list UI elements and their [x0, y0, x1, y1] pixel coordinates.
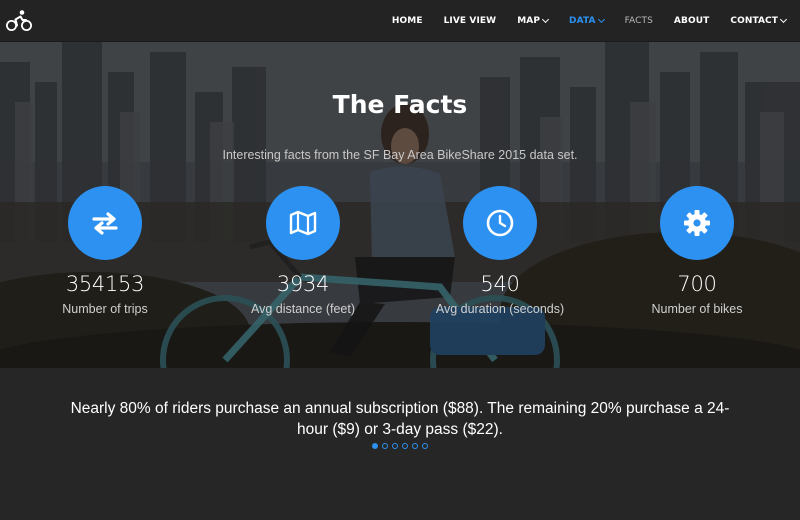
stat-icon-circle: [660, 186, 734, 260]
nav-about-label: ABOUT: [673, 16, 710, 26]
nav-contact-label: CONTACT: [730, 16, 778, 26]
nav-map[interactable]: MAP: [517, 15, 550, 26]
stat-icon-circle: [266, 186, 340, 260]
stat-label: Number of bikes: [651, 302, 743, 316]
map-icon: [289, 210, 317, 236]
stat-icon-circle: [463, 186, 537, 260]
nav-facts-label: FACTS: [624, 16, 653, 26]
stat-avg-duration: 540 Avg duration (seconds): [400, 186, 600, 316]
nav-home[interactable]: HOME: [392, 16, 423, 26]
stat-value: 354153: [65, 272, 145, 296]
page-subtitle: Interesting facts from the SF Bay Area B…: [222, 148, 578, 162]
nav-map-label: MAP: [517, 16, 541, 26]
stat-icon-circle: [68, 186, 142, 260]
carousel-indicators: [0, 443, 800, 449]
facts-carousel: Nearly 80% of riders purchase an annual …: [0, 368, 800, 520]
carousel-dot[interactable]: [372, 443, 378, 449]
carousel-dot[interactable]: [382, 443, 388, 449]
main-nav: HOME LIVE VIEW MAP DATA FACTS ABOUT CONT…: [371, 0, 788, 42]
stat-label: Avg duration (seconds): [435, 302, 565, 316]
page-title: The Facts: [332, 90, 468, 119]
chevron-down-icon: [541, 15, 550, 24]
clock-icon: [486, 209, 514, 237]
stat-label: Avg distance (feet): [251, 302, 355, 316]
nav-contact[interactable]: CONTACT: [730, 15, 788, 26]
stat-value: 3934: [276, 272, 330, 296]
stat-number-of-trips: 354153 Number of trips: [5, 186, 205, 316]
chevron-down-icon: [597, 15, 605, 24]
hero-section: The Facts Interesting facts from the SF …: [0, 42, 800, 368]
gear-icon: [684, 210, 710, 236]
nav-live-view[interactable]: LIVE VIEW: [444, 16, 497, 26]
stat-avg-distance: 3934 Avg distance (feet): [203, 186, 403, 316]
nav-live-view-label: LIVE VIEW: [443, 16, 497, 26]
nav-home-label: HOME: [391, 16, 423, 26]
carousel-fact-text: Nearly 80% of riders purchase an annual …: [70, 400, 730, 438]
navbar: HOME LIVE VIEW MAP DATA FACTS ABOUT CONT…: [0, 0, 800, 42]
nav-data-label: DATA: [569, 16, 596, 26]
swap-arrows-icon: [92, 212, 118, 235]
carousel-dot[interactable]: [402, 443, 408, 449]
nav-data[interactable]: DATA: [569, 15, 605, 26]
bicycle-logo-icon[interactable]: [6, 9, 32, 33]
nav-facts[interactable]: FACTS: [625, 16, 653, 26]
stat-number-of-bikes: 700 Number of bikes: [597, 186, 797, 316]
stat-label: Number of trips: [62, 302, 148, 316]
chevron-down-icon: [779, 15, 788, 24]
carousel-dot[interactable]: [392, 443, 398, 449]
stat-value: 700: [677, 272, 717, 296]
carousel-dot[interactable]: [412, 443, 418, 449]
stat-value: 540: [480, 272, 520, 296]
nav-about[interactable]: ABOUT: [674, 16, 709, 26]
carousel-dot[interactable]: [422, 443, 428, 449]
